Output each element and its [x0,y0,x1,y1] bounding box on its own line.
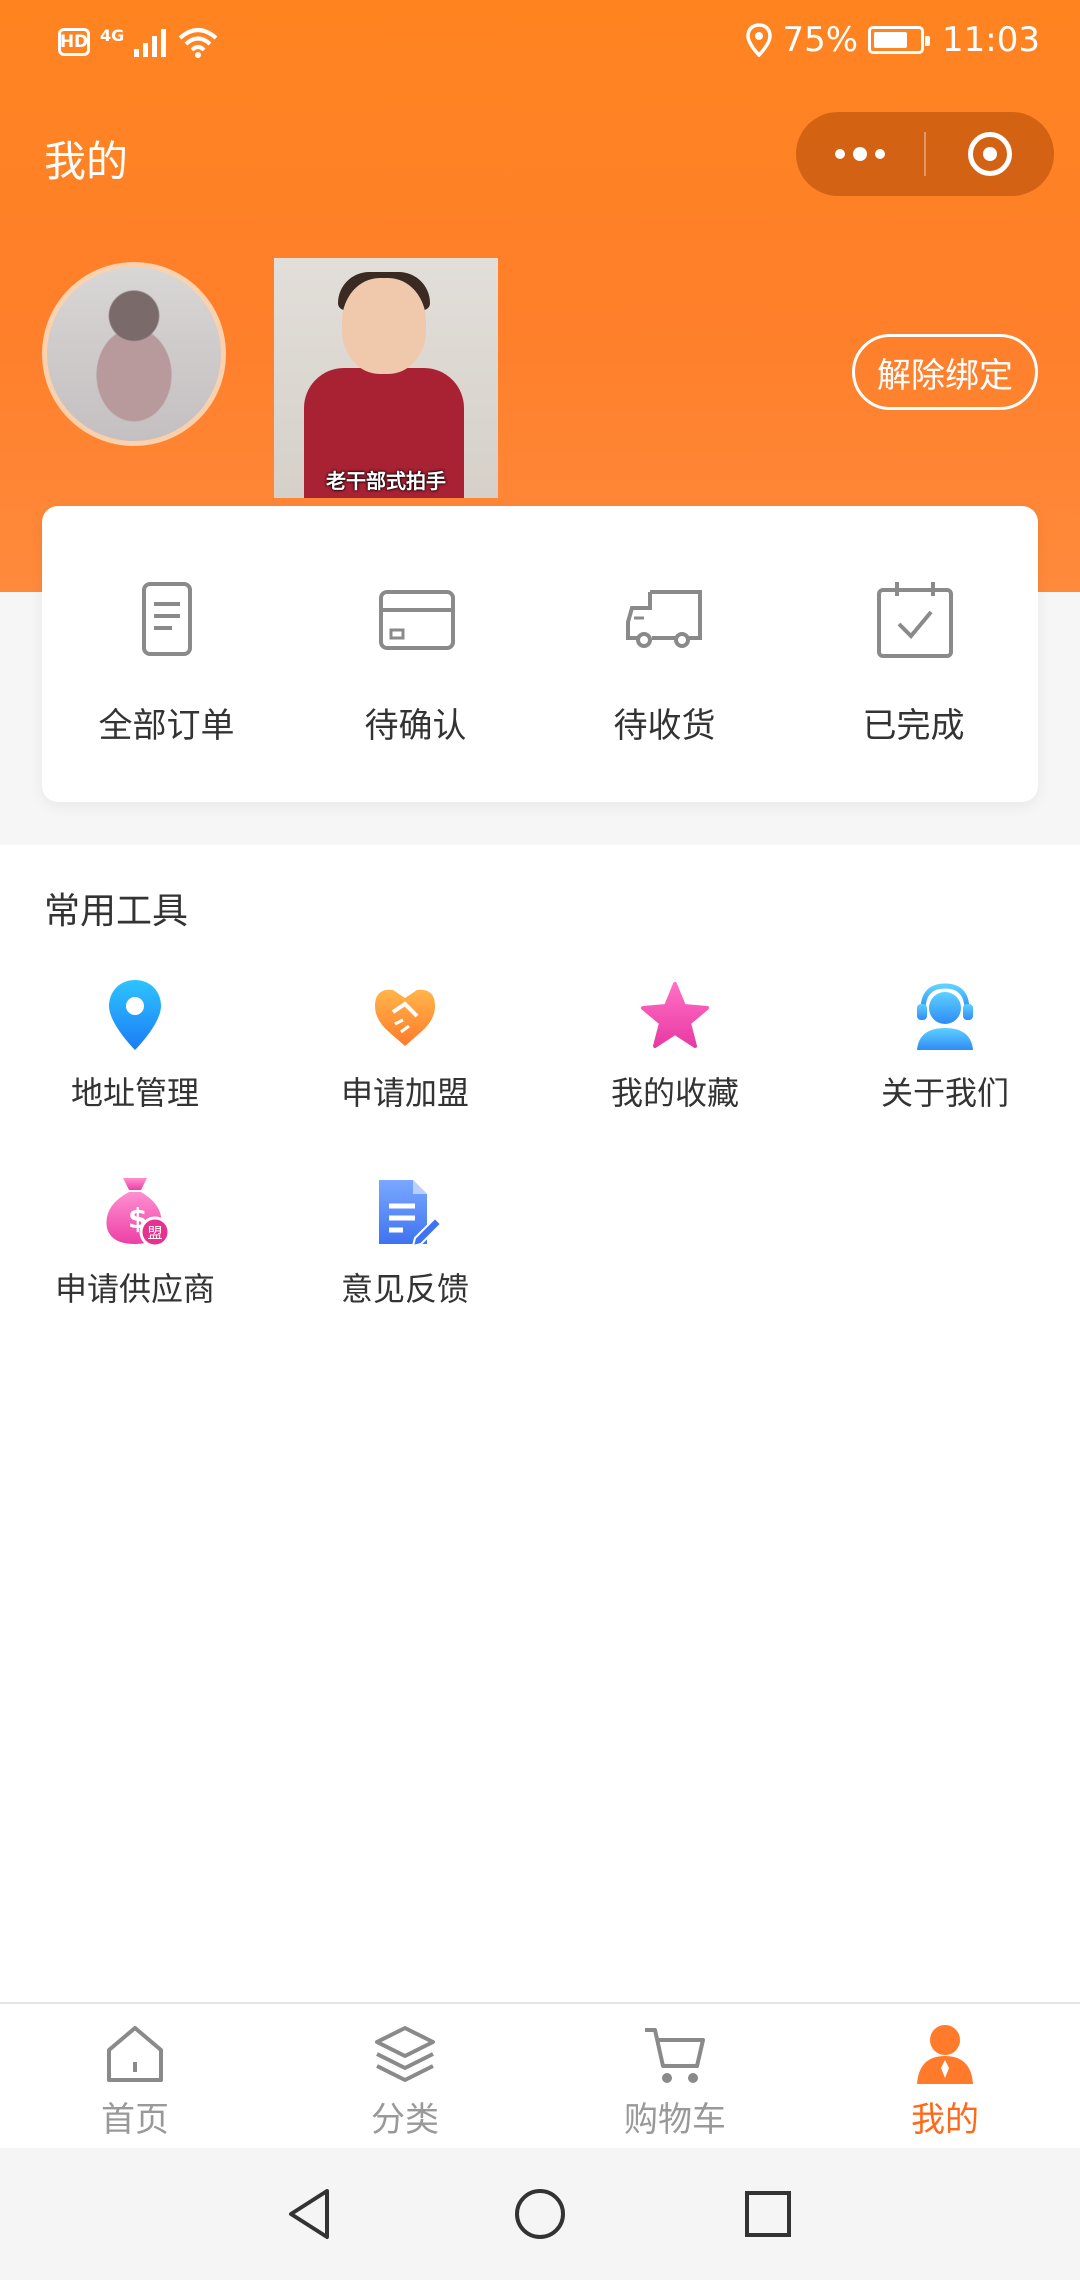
more-button[interactable] [796,112,924,196]
home-circle-icon [515,2189,565,2239]
supplier-badge: 盟 [147,1224,162,1242]
page-title: 我的 [44,137,129,186]
star-icon [641,982,709,1048]
hd-badge: HD [58,28,90,56]
tool-supplier[interactable]: $ 盟 申请供应商 [0,1172,270,1310]
location-pin-icon [109,980,161,1050]
nav-recents-button[interactable] [738,2184,798,2244]
user-icon [917,2025,973,2084]
tab-category[interactable]: 分类 [270,2004,540,2150]
tools-title: 常用工具 [44,891,189,932]
system-nav-bar [0,2148,1080,2280]
tool-address-label: 地址管理 [70,1074,199,1112]
tab-mine[interactable]: 我的 [810,2004,1080,2150]
tool-feedback[interactable]: 意见反馈 [270,1172,540,1310]
battery-percent: 75% [782,20,859,60]
order-pending-receipt[interactable]: 待收货 [540,506,789,802]
order-all[interactable]: 全部订单 [42,506,291,802]
wifi-icon [178,28,218,58]
tool-about-label: 关于我们 [880,1074,1009,1112]
tab-category-label: 分类 [371,2100,439,2140]
tab-cart[interactable]: 购物车 [540,2004,810,2150]
avatar[interactable] [42,262,226,446]
layers-icon [375,2026,435,2082]
customer-service-icon [917,983,973,1050]
mini-program-capsule [796,112,1054,196]
money-bag-icon: $ 盟 [106,1178,171,1248]
order-pending-receipt-label: 待收货 [613,706,716,746]
tool-about[interactable]: 关于我们 [810,976,1080,1114]
order-completed-label: 已完成 [862,706,965,746]
handshake-icon [375,989,435,1046]
tool-favorites-label: 我的收藏 [610,1074,739,1112]
battery-level [874,32,908,48]
document-icon [141,582,192,656]
location-icon [746,23,773,57]
tool-feedback-label: 意见反馈 [340,1270,469,1308]
tool-franchise[interactable]: 申请加盟 [270,976,540,1114]
order-all-label: 全部订单 [98,706,235,746]
sticker-caption: 老干部式拍手 [326,469,446,493]
tool-favorites[interactable]: 我的收藏 [540,976,810,1114]
order-completed[interactable]: 已完成 [789,506,1038,802]
order-card: 全部订单 待确认 待收货 已完成 [42,506,1038,802]
tab-cart-label: 购物车 [624,2100,726,2140]
tool-address[interactable]: 地址管理 [0,976,270,1114]
tab-bar: 首页 分类 购物车 我的 [0,2002,1080,2150]
sticker-image: 老干部式拍手 [274,258,498,498]
back-triangle-icon [289,2189,329,2239]
status-left: HD 4G [58,26,218,58]
close-button[interactable] [926,112,1054,196]
tab-mine-label: 我的 [911,2100,979,2140]
nav-home-button[interactable] [510,2184,570,2244]
tool-franchise-label: 申请加盟 [340,1074,469,1112]
cart-icon [645,2028,705,2083]
status-right: 75% 11:03 [746,20,1040,60]
tab-home[interactable]: 首页 [0,2004,270,2150]
tab-home-label: 首页 [101,2100,169,2140]
calendar-check-icon [876,582,953,658]
order-pending-confirm[interactable]: 待确认 [291,506,540,802]
tool-supplier-label: 申请供应商 [54,1270,215,1308]
status-bar: HD 4G 75% 11:03 [0,0,1080,92]
card-icon [378,590,455,650]
truck-icon [625,590,702,648]
more-dots-icon [835,147,885,161]
battery-icon [868,26,931,54]
recents-square-icon [745,2191,791,2237]
home-icon [107,2026,163,2082]
order-pending-confirm-label: 待确认 [364,706,467,746]
target-circle-icon [968,132,1012,176]
nav-back-button[interactable] [280,2184,340,2244]
network-label: 4G [100,25,125,45]
signal-icon [134,29,167,57]
feedback-edit-icon [379,1180,443,1248]
unbind-button[interactable]: 解除绑定 [852,334,1038,410]
clock: 11:03 [942,20,1040,60]
